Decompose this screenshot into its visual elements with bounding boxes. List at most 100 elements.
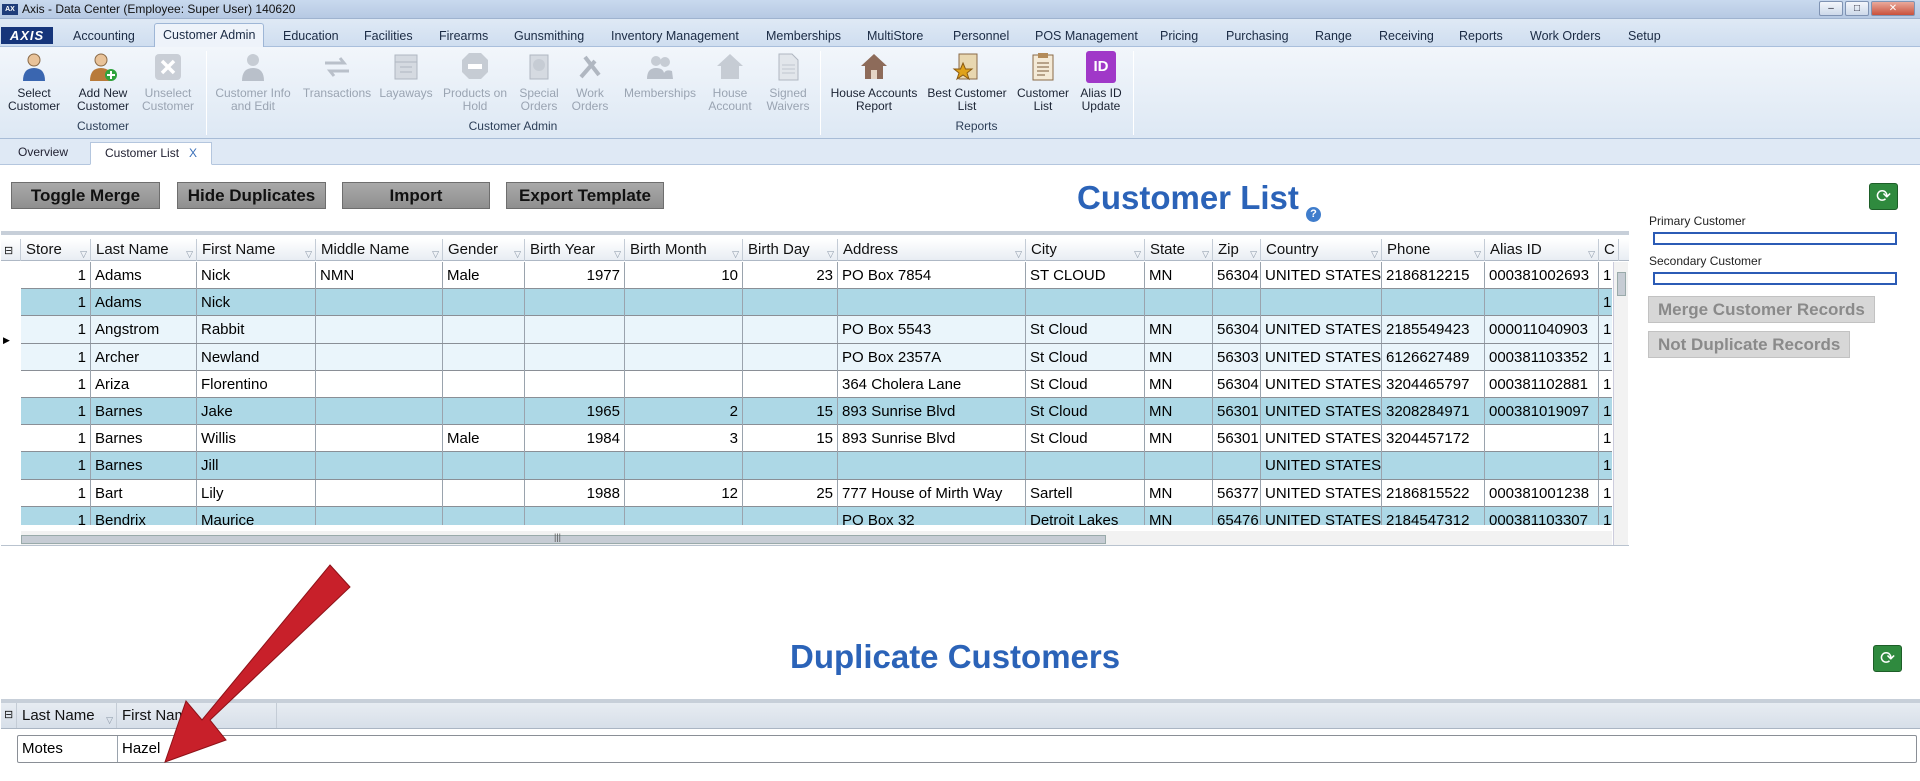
close-window-button[interactable]: ✕: [1871, 1, 1915, 16]
memberships-button[interactable]: Memberships: [620, 51, 700, 100]
filter-icon[interactable]: ▽: [1474, 244, 1481, 261]
house-account-button[interactable]: House Account: [706, 51, 754, 113]
column-header-last-name[interactable]: Last Name ▽: [17, 703, 117, 728]
filter-icon[interactable]: ▽: [1015, 244, 1022, 261]
menu-reports[interactable]: Reports: [1459, 25, 1503, 47]
import-button[interactable]: Import: [342, 182, 490, 209]
menu-customer-admin[interactable]: Customer Admin: [154, 23, 265, 47]
table-row[interactable]: 1 Ariza Florentino 364 Cholera Lane St Cloud…: [21, 370, 1612, 398]
menu-receiving[interactable]: Receiving: [1379, 25, 1434, 47]
column-header-alias-id[interactable]: Alias ID ▽: [1485, 239, 1599, 261]
column-header-middle-name[interactable]: Middle Name ▽: [316, 239, 443, 261]
menu-gunsmithing[interactable]: Gunsmithing: [514, 25, 584, 47]
work-orders-button[interactable]: Work Orders: [566, 51, 614, 113]
filter-icon[interactable]: ▽: [106, 708, 113, 728]
vertical-scrollbar[interactable]: [1613, 262, 1628, 545]
house-accounts-report-button[interactable]: House Accounts Report: [828, 51, 920, 113]
menu-accounting[interactable]: Accounting: [73, 25, 135, 47]
filter-icon[interactable]: ▽: [1202, 244, 1209, 261]
column-header-phone[interactable]: Phone ▽: [1382, 239, 1485, 261]
menu-firearms[interactable]: Firearms: [439, 25, 488, 47]
menu-multistore[interactable]: MultiStore: [867, 25, 923, 47]
column-header-c[interactable]: C: [1599, 239, 1619, 261]
menu-range[interactable]: Range: [1315, 25, 1352, 47]
filter-icon[interactable]: ▽: [614, 244, 621, 261]
filter-icon[interactable]: ▽: [432, 244, 439, 261]
menu-education[interactable]: Education: [283, 25, 339, 47]
menu-purchasing[interactable]: Purchasing: [1226, 25, 1289, 47]
column-header-country[interactable]: Country ▽: [1261, 239, 1382, 261]
scroll-thumb[interactable]: |||: [21, 532, 1106, 544]
column-chooser-icon[interactable]: ⊟: [1, 703, 17, 728]
menu-pos-management[interactable]: POS Management: [1035, 25, 1138, 47]
column-header-store[interactable]: Store ▽: [21, 239, 91, 261]
table-row[interactable]: 1 Adams Nick NMN Male 1977 10 23 PO Box 7854 ST C…: [21, 262, 1612, 290]
alias-id-update-button[interactable]: ID Alias ID Update: [1078, 51, 1124, 113]
filter-icon[interactable]: ▽: [186, 244, 193, 261]
filter-icon[interactable]: ▽: [732, 244, 739, 261]
scroll-thumb[interactable]: [1617, 272, 1626, 296]
filter-icon[interactable]: ▽: [1588, 244, 1595, 261]
unselect-customer-button[interactable]: Unselect Customer: [140, 51, 196, 113]
column-header-city[interactable]: City ▽: [1026, 239, 1145, 261]
merge-customer-records-button[interactable]: Merge Customer Records: [1648, 296, 1875, 323]
layaways-button[interactable]: Layaways: [378, 51, 434, 100]
help-icon[interactable]: ?: [1306, 207, 1321, 222]
column-header-birth-month[interactable]: Birth Month ▽: [625, 239, 743, 261]
signed-waivers-button[interactable]: Signed Waivers: [762, 51, 814, 113]
filter-icon[interactable]: ▽: [1371, 244, 1378, 261]
column-header-zip[interactable]: Zip ▽: [1213, 239, 1261, 261]
filter-icon[interactable]: ▽: [1134, 244, 1141, 261]
customer-list-button[interactable]: Customer List: [1012, 51, 1074, 113]
best-customer-list-button[interactable]: Best Customer List: [926, 51, 1008, 113]
table-row[interactable]: 1 Archer Newland PO Box 2357A St Cloud MN 5630…: [21, 343, 1612, 371]
products-on-hold-button[interactable]: Products on Hold: [440, 51, 510, 113]
tab-customer-list[interactable]: Customer List X: [90, 142, 213, 165]
add-new-customer-button[interactable]: Add New Customer: [74, 51, 132, 113]
select-customer-button[interactable]: Select Customer: [8, 51, 60, 113]
column-header-state[interactable]: State ▽: [1145, 239, 1213, 261]
filter-icon[interactable]: ▽: [305, 244, 312, 261]
menu-facilities[interactable]: Facilities: [364, 25, 413, 47]
filter-icon[interactable]: ▽: [827, 244, 834, 261]
minimize-button[interactable]: –: [1819, 1, 1843, 16]
close-tab-icon[interactable]: X: [189, 146, 197, 160]
column-header-birth-day[interactable]: Birth Day ▽: [743, 239, 838, 261]
table-row[interactable]: 1 Barnes Willis Male 1984 3 15 893 Sunrise Blvd…: [21, 425, 1612, 453]
column-header-gender[interactable]: Gender ▽: [443, 239, 525, 261]
column-header-first-name[interactable]: First Name ▽: [197, 239, 316, 261]
table-row[interactable]: 1AdamsNick 1(: [21, 289, 1612, 317]
filter-icon[interactable]: ▽: [80, 244, 87, 261]
refresh-icon[interactable]: ⟳: [1869, 183, 1898, 210]
table-row[interactable]: 1 Angstrom Rabbit PO Box 5543 St Cloud MN 5630…: [21, 316, 1612, 344]
secondary-customer-field[interactable]: [1653, 272, 1897, 285]
menu-work-orders[interactable]: Work Orders: [1530, 25, 1601, 47]
table-row[interactable]: 1 Barnes Jake 1965 2 15 893 Sunrise Blvd St Clo…: [21, 398, 1612, 426]
not-duplicate-records-button[interactable]: Not Duplicate Records: [1648, 331, 1851, 358]
menu-personnel[interactable]: Personnel: [953, 25, 1009, 47]
filter-icon[interactable]: ▽: [514, 244, 521, 261]
menu-memberships[interactable]: Memberships: [766, 25, 841, 47]
table-row[interactable]: 1 Bendrix Maurice PO Box 32 Detroit Lakes MN 6…: [21, 506, 1612, 525]
special-orders-button[interactable]: Special Orders: [514, 51, 564, 113]
tab-overview[interactable]: Overview: [4, 142, 82, 165]
menu-pricing[interactable]: Pricing: [1160, 25, 1198, 47]
hide-duplicates-button[interactable]: Hide Duplicates: [177, 182, 326, 209]
column-header-last-name[interactable]: Last Name ▽: [91, 239, 197, 261]
transactions-button[interactable]: Transactions: [300, 51, 374, 100]
toggle-merge-button[interactable]: Toggle Merge: [11, 182, 160, 209]
column-header-birth-year[interactable]: Birth Year ▽: [525, 239, 625, 261]
customer-info-edit-button[interactable]: Customer Info and Edit: [213, 51, 293, 113]
filter-icon[interactable]: ▽: [1250, 244, 1257, 261]
menu-inventory-management[interactable]: Inventory Management: [611, 25, 739, 47]
table-row[interactable]: 1BarnesJill UNITED STATES 1(: [21, 452, 1612, 480]
duplicate-row[interactable]: Motes Hazel: [17, 735, 1917, 763]
primary-customer-field[interactable]: [1653, 232, 1897, 245]
export-template-button[interactable]: Export Template: [506, 182, 664, 209]
menu-setup[interactable]: Setup: [1628, 25, 1661, 47]
column-header-address[interactable]: Address ▽: [838, 239, 1026, 261]
column-header-first-name[interactable]: First Name: [117, 703, 277, 728]
table-row[interactable]: 1 Bart Lily 1988 12 25 777 House of Mirth Way S…: [21, 479, 1612, 507]
column-chooser-icon[interactable]: ⊟: [1, 239, 21, 261]
refresh-icon[interactable]: ⟳: [1873, 645, 1902, 672]
